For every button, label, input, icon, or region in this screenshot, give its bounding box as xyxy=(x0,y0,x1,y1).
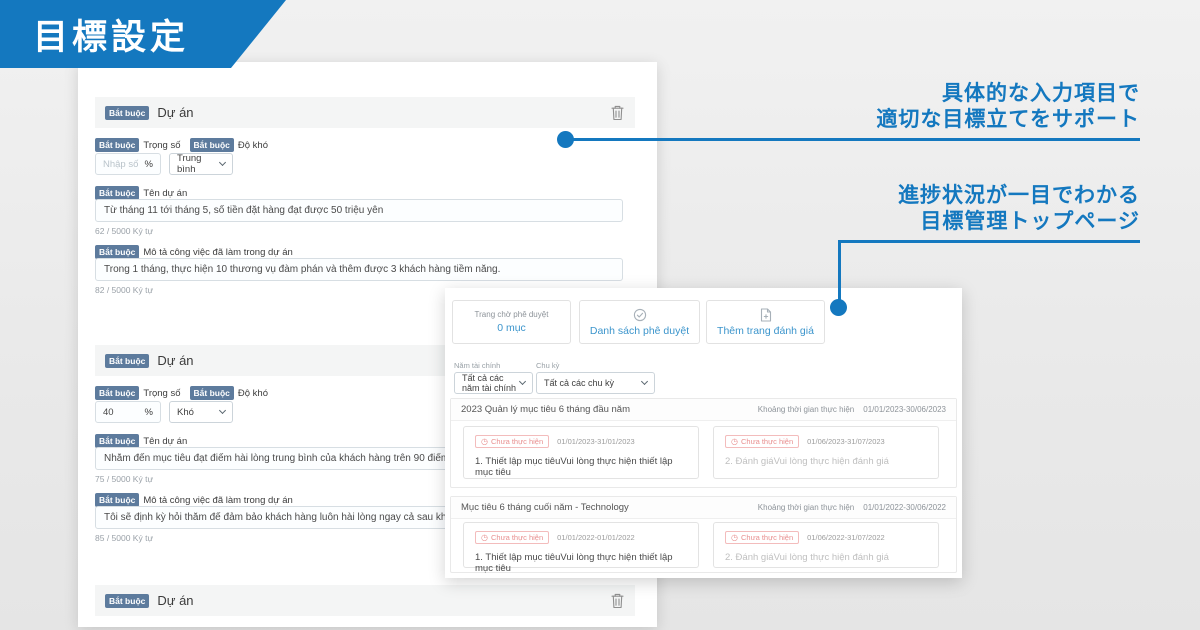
card2-desc-label: Bắt buộc Mô tả công việc đã làm trong dự… xyxy=(95,493,293,507)
page-title: 目標設定 xyxy=(33,17,190,57)
clock-icon: ◷ xyxy=(731,532,738,542)
status-badge: ◷ Chưa thực hiện xyxy=(725,531,800,544)
char-counter: 62 / 5000 Ký tự xyxy=(95,226,154,236)
project-name-input[interactable] xyxy=(95,199,623,222)
goal-step-card[interactable]: ◷ Chưa thực hiện 01/06/2023-31/07/2023 2… xyxy=(713,426,939,479)
required-badge: Bắt buộc xyxy=(189,386,234,400)
chevron-down-icon xyxy=(518,377,527,386)
card1-desc-label: Bắt buộc Mô tả công việc đã làm trong dự… xyxy=(95,245,293,259)
delete-card-button[interactable] xyxy=(610,592,625,609)
goal-group: Mục tiêu 6 tháng cuối năm - Technology K… xyxy=(450,496,957,574)
required-badge: Bắt buộc xyxy=(95,138,140,152)
difficulty-label: Bắt buộc Độ khó xyxy=(189,138,268,152)
annotation-line xyxy=(838,240,841,302)
trash-icon xyxy=(610,104,625,121)
required-badge: Bắt buộc xyxy=(105,105,150,120)
char-counter: 85 / 5000 Ký tự xyxy=(95,533,154,543)
page-ribbon: 目標設定 xyxy=(0,0,286,68)
weight-input[interactable] xyxy=(103,158,145,170)
weight-input[interactable] xyxy=(103,406,145,418)
goal-dates: 01/06/2023-31/07/2023 xyxy=(807,437,885,446)
card-title: Dự án xyxy=(157,593,194,608)
form-card3-header: Bắt buộc Dự án xyxy=(95,585,635,616)
goal-dates: 01/01/2023-31/01/2023 xyxy=(557,437,635,446)
required-badge: Bắt buộc xyxy=(95,186,140,200)
goal-step-text: 1. Thiết lập mục tiêuVui lòng thực hiện … xyxy=(475,456,673,478)
feature-annotation-2: 進捗状況が一目でわかる 目標管理トップページ xyxy=(898,184,1140,233)
clock-icon: ◷ xyxy=(481,532,488,542)
goal-step-text: 2. Đánh giáVui lòng thực hiện đánh giá xyxy=(725,456,889,467)
clock-icon: ◷ xyxy=(481,436,488,446)
required-badge: Bắt buộc xyxy=(189,138,234,152)
goal-group-header: 2023 Quản lý mục tiêu 6 tháng đầu năm Kh… xyxy=(451,399,956,421)
card1-name-label: Bắt buộc Tên dự án xyxy=(95,186,187,200)
required-badge: Bắt buộc xyxy=(105,353,150,368)
period-label: Khoảng thời gian thực hiện xyxy=(757,405,855,414)
period-label: Khoảng thời gian thực hiện xyxy=(757,503,855,512)
trash-icon xyxy=(610,592,625,609)
weight-input-wrap: % xyxy=(95,153,161,175)
weight-label: Bắt buộc Trọng số xyxy=(95,386,181,400)
weight-input-wrap: % xyxy=(95,401,161,423)
card1-weight-difficulty-inputs: % Trung bình xyxy=(95,153,233,175)
goal-dates: 01/01/2022-01/01/2022 xyxy=(557,533,635,542)
add-review-page-tile[interactable]: Thêm trang đánh giá xyxy=(706,300,825,344)
chevron-down-icon xyxy=(218,158,227,167)
clock-icon: ◷ xyxy=(731,436,738,446)
project-desc-input[interactable] xyxy=(95,258,623,281)
period-dates: 01/01/2022-30/06/2022 xyxy=(863,503,946,512)
goal-dates: 01/06/2022-31/07/2022 xyxy=(807,533,885,542)
required-badge: Bắt buộc xyxy=(95,434,140,448)
percent-unit: % xyxy=(144,406,153,418)
annotation-dot xyxy=(557,131,574,148)
goal-step-text: 1. Thiết lập mục tiêuVui lòng thực hiện … xyxy=(475,552,673,574)
file-plus-icon xyxy=(760,307,772,322)
card1-weight-difficulty-labels: Bắt buộc Trọng số Bắt buộc Độ khó xyxy=(95,138,268,152)
goal-step-text: 2. Đánh giáVui lòng thực hiện đánh giá xyxy=(725,552,889,563)
status-badge: ◷ Chưa thực hiện xyxy=(475,435,550,448)
required-badge: Bắt buộc xyxy=(105,593,150,608)
dashboard-panel: Trang chờ phê duyệt 0 mục Danh sách phê … xyxy=(445,288,962,578)
cycle-select[interactable]: Tất cả các chu kỳ xyxy=(536,372,655,394)
required-badge: Bắt buộc xyxy=(95,245,140,259)
card-title: Dự án xyxy=(157,105,194,120)
card2-name-label: Bắt buộc Tên dự án xyxy=(95,434,187,448)
required-badge: Bắt buộc xyxy=(95,493,140,507)
fiscal-year-select[interactable]: Tất cả các năm tài chính xyxy=(454,372,533,394)
chevron-down-icon xyxy=(218,406,227,415)
card-title: Dự án xyxy=(157,353,194,368)
difficulty-select[interactable]: Trung bình xyxy=(169,153,233,175)
pending-approval-tile[interactable]: Trang chờ phê duyệt 0 mục xyxy=(452,300,571,344)
percent-unit: % xyxy=(144,158,153,170)
goal-group: 2023 Quản lý mục tiêu 6 tháng đầu năm Kh… xyxy=(450,398,957,488)
annotation-line xyxy=(565,138,1140,141)
card2-weight-difficulty-inputs: % Khó xyxy=(95,401,233,423)
status-badge: ◷ Chưa thực hiện xyxy=(725,435,800,448)
goal-step-card[interactable]: ◷ Chưa thực hiện 01/01/2022-01/01/2022 1… xyxy=(463,522,699,574)
chevron-down-icon xyxy=(640,377,649,386)
approval-list-tile[interactable]: Danh sách phê duyệt xyxy=(579,300,700,344)
annotation-line xyxy=(838,240,1140,243)
period-dates: 01/01/2023-30/06/2023 xyxy=(863,405,946,414)
check-circle-icon xyxy=(633,308,647,322)
cycle-label: Chu kỳ xyxy=(536,361,560,370)
annotation-dot xyxy=(830,299,847,316)
form-card1-header: Bắt buộc Dự án xyxy=(95,97,635,128)
char-counter: 75 / 5000 Ký tự xyxy=(95,474,154,484)
card2-weight-difficulty-labels: Bắt buộc Trọng số Bắt buộc Độ khó xyxy=(95,386,268,400)
required-badge: Bắt buộc xyxy=(95,386,140,400)
weight-label: Bắt buộc Trọng số xyxy=(95,138,181,152)
goal-step-card[interactable]: ◷ Chưa thực hiện 01/06/2022-31/07/2022 2… xyxy=(713,522,939,568)
difficulty-select[interactable]: Khó xyxy=(169,401,233,423)
feature-annotation-1: 具体的な入力項目で 適切な目標立てをサポート xyxy=(876,82,1140,131)
delete-card-button[interactable] xyxy=(610,104,625,121)
char-counter: 82 / 5000 Ký tự xyxy=(95,285,154,295)
fiscal-year-label: Năm tài chính xyxy=(454,361,501,370)
stage: Bắt buộc Dự án Bắt buộc Trọng số Bắt buộ… xyxy=(0,0,1200,630)
goal-step-card[interactable]: ◷ Chưa thực hiện 01/01/2023-31/01/2023 1… xyxy=(463,426,699,479)
goal-group-header: Mục tiêu 6 tháng cuối năm - Technology K… xyxy=(451,497,956,519)
status-badge: ◷ Chưa thực hiện xyxy=(475,531,550,544)
difficulty-label: Bắt buộc Độ khó xyxy=(189,386,268,400)
